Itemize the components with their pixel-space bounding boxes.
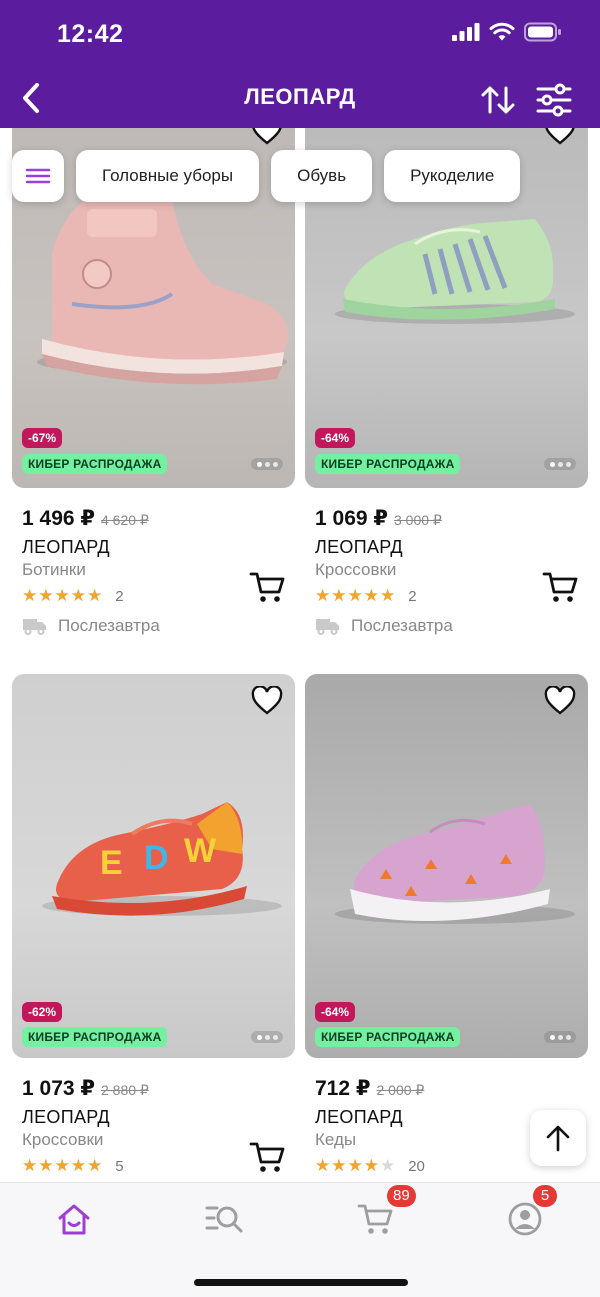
truck-icon [23, 619, 46, 635]
favorite-heart-icon[interactable] [251, 128, 283, 146]
product-photo-coral-sneaker: E D W [42, 802, 282, 916]
tab-home[interactable] [52, 1199, 96, 1239]
chip-hats[interactable]: Головные уборы [76, 150, 260, 202]
svg-text:E: E [100, 844, 123, 882]
old-price: 4 620 ₽ [101, 512, 149, 528]
old-price: 3 000 ₽ [394, 512, 442, 528]
sort-arrows-icon [481, 86, 515, 114]
product-brand: ЛЕОПАРД [22, 537, 110, 557]
product-price: 1 496 ₽ [22, 507, 95, 530]
chip-crafts[interactable]: Рукоделие [384, 150, 521, 202]
favorite-heart-icon[interactable] [251, 686, 283, 716]
home-icon [58, 1204, 90, 1235]
image-pager-dots [251, 1031, 283, 1043]
discount-badge: -62% [22, 1002, 63, 1022]
filter-button[interactable] [534, 80, 574, 120]
tab-catalog-search[interactable] [203, 1199, 247, 1239]
status-bar: 12:42 [0, 0, 600, 70]
app-header: ЛЕОПАРД [0, 70, 600, 128]
scroll-to-top-button[interactable] [530, 1110, 586, 1166]
promo-badge: КИБЕР РАСПРОДАЖА [315, 1027, 461, 1047]
product-info: 1 496 ₽ 4 620 ₽ ЛЕОПАРД Ботинки ★★★★★ ★★★… [12, 506, 295, 636]
product-info: 1 073 ₽ 2 880 ₽ ЛЕОПАРД Кроссовки ★★★★★ ★… [12, 1076, 295, 1176]
old-price: 2 880 ₽ [101, 1082, 149, 1098]
category-chips: Головные уборы Обувь Рукоделие [12, 150, 521, 202]
svg-text:D: D [144, 839, 169, 877]
rating-stars: ★★★★★★★★★★ [315, 1156, 397, 1175]
product-price: 712 ₽ [315, 1077, 371, 1100]
product-card[interactable]: -64% КИБЕР РАСПРОДАЖА 1 069 ₽ 3 000 ₽ ЛЕ… [305, 128, 588, 636]
promo-badge: КИБЕР РАСПРОДАЖА [22, 454, 168, 474]
discount-badge: -64% [315, 428, 356, 448]
old-price: 2 000 ₽ [376, 1082, 425, 1098]
product-type: Ботинки [22, 560, 86, 579]
rating-stars: ★★★★★★★★★★ [22, 1156, 104, 1175]
signal-icon [452, 23, 480, 41]
product-card[interactable]: -67% КИБЕР РАСПРОДАЖА 1 496 ₽ 4 620 ₽ ЛЕ… [12, 128, 295, 636]
delivery-date: Послезавтра [58, 616, 160, 635]
product-price: 1 073 ₽ [22, 1077, 95, 1100]
product-price: 1 069 ₽ [315, 507, 388, 530]
product-type: Кроссовки [315, 560, 397, 579]
product-info: 1 069 ₽ 3 000 ₽ ЛЕОПАРД Кроссовки ★★★★★ ★… [305, 506, 588, 636]
categories-menu-button[interactable] [12, 150, 64, 202]
sort-button[interactable] [478, 80, 518, 120]
rating-stars: ★★★★★★★★★★ [315, 586, 397, 605]
product-photo-lilac-slip-on [335, 804, 575, 924]
wifi-icon [489, 22, 515, 41]
home-indicator [194, 1279, 408, 1286]
image-pager-dots [251, 458, 283, 470]
svg-text:W: W [184, 832, 217, 870]
discount-badge: -64% [315, 1002, 356, 1022]
review-count: 20 [408, 1157, 425, 1175]
add-to-cart-icon[interactable] [249, 570, 285, 604]
review-count: 5 [115, 1157, 124, 1175]
delivery-info: Послезавтра [315, 616, 578, 636]
delivery-date: Послезавтра [351, 616, 453, 635]
arrow-up-icon [546, 1125, 570, 1152]
discount-badge: -67% [22, 428, 63, 448]
product-image[interactable]: E D W -62% КИБЕР РАСПРОДАЖА [12, 674, 295, 1058]
add-to-cart-icon[interactable] [249, 1140, 285, 1174]
delivery-info: Послезавтра [22, 616, 285, 636]
cart-icon [357, 1204, 393, 1234]
catalog-search-icon [205, 1206, 243, 1233]
favorite-heart-icon[interactable] [544, 128, 576, 146]
review-count: 2 [408, 587, 417, 605]
menu-icon [25, 168, 51, 184]
promo-badge: КИБЕР РАСПРОДАЖА [22, 1027, 168, 1047]
product-brand: ЛЕОПАРД [22, 1107, 110, 1127]
add-to-cart-icon[interactable] [542, 570, 578, 604]
product-rating: ★★★★★ ★★★★★ 5 [22, 1156, 285, 1176]
favorite-heart-icon[interactable] [544, 686, 576, 716]
product-card[interactable]: -64% КИБЕР РАСПРОДАЖА 712 ₽ 2 000 ₽ ЛЕОП… [305, 674, 588, 1176]
sliders-icon [536, 83, 572, 117]
product-brand: ЛЕОПАРД [315, 537, 403, 557]
product-card[interactable]: E D W -62% КИБЕР РАСПРОДАЖА 1 073 ₽ 2 88… [12, 674, 295, 1176]
chip-shoes[interactable]: Обувь [271, 150, 373, 202]
promo-badge: КИБЕР РАСПРОДАЖА [315, 454, 461, 474]
status-icons [452, 22, 562, 42]
cart-count-badge: 89 [387, 1185, 416, 1207]
image-pager-dots [544, 458, 576, 470]
product-image[interactable]: -64% КИБЕР РАСПРОДАЖА [305, 674, 588, 1058]
rating-stars: ★★★★★★★★★★ [22, 586, 104, 605]
product-rating: ★★★★★ ★★★★★ 2 [315, 586, 578, 606]
product-type: Кроссовки [22, 1130, 104, 1149]
app-top-bar: 12:42 ЛЕОПАРД [0, 0, 600, 128]
product-feed[interactable]: Головные уборы Обувь Рукоделие -67% КИБЕ… [0, 128, 600, 1182]
profile-icon [508, 1202, 542, 1236]
tab-profile[interactable]: 5 [503, 1185, 557, 1239]
battery-icon [524, 22, 561, 42]
product-rating: ★★★★★ ★★★★★ 2 [22, 586, 285, 606]
status-time: 12:42 [57, 20, 124, 48]
image-pager-dots [544, 1031, 576, 1043]
bottom-tab-bar: 89 5 [0, 1182, 600, 1297]
tab-cart[interactable]: 89 [353, 1185, 416, 1239]
truck-icon [316, 619, 339, 635]
review-count: 2 [115, 587, 124, 605]
profile-notification-badge: 5 [533, 1185, 557, 1207]
